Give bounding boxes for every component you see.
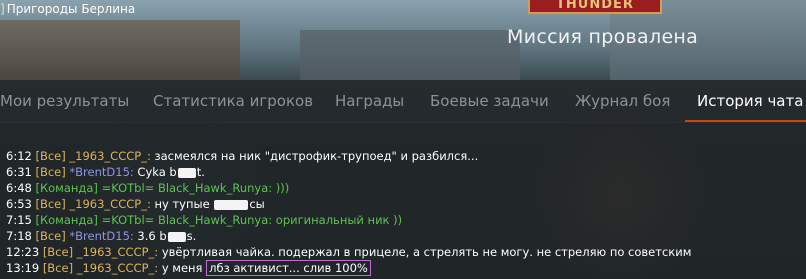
chat-line: 13:19 [Все] _1963_CCCP_: у меня лбз акти…	[6, 260, 691, 276]
chat-message-part: Cyka b	[137, 165, 177, 179]
chat-line: 12:23 [Все] _1963_CCCP_: увёртливая чайк…	[6, 244, 691, 260]
tab-rewards[interactable]: Награды	[335, 80, 404, 122]
chat-line: 6:12 [Все] _1963_CCCP_: засмеялся на ник…	[6, 148, 691, 164]
chat-time: 6:31	[6, 165, 32, 179]
tab-player-stats[interactable]: Статистика игроков	[153, 80, 313, 122]
chat-nick: *BrentD15:	[69, 165, 134, 179]
tab-chat-history[interactable]: История чата	[684, 80, 806, 122]
chat-time: 7:18	[6, 229, 32, 243]
chat-message: засмеялся на ник "дистрофик-трупоед" и р…	[154, 149, 479, 163]
censor-mark	[177, 167, 196, 178]
chat-message: Cyka b t.	[137, 165, 204, 179]
censor-mark	[214, 199, 249, 210]
chat-time: 13:19	[6, 261, 40, 275]
title-bracket: ]	[0, 2, 5, 16]
chat-message-part: сы	[249, 197, 265, 211]
chat-message: )))	[275, 181, 290, 195]
mission-status: Миссия провалена	[507, 26, 699, 48]
map-name: Пригороды Берлина	[6, 2, 136, 16]
chat-log: 6:12 [Все] _1963_CCCP_: засмеялся на ник…	[6, 148, 691, 276]
chat-message-part: s.	[186, 229, 197, 243]
highlighted-text: лбз активист... слив 100%	[206, 260, 371, 276]
chat-message-part: t.	[196, 165, 205, 179]
chat-channel: [Все]	[42, 245, 74, 259]
chat-message: 3.6 b s.	[137, 229, 196, 243]
chat-channel: [Команда]	[35, 181, 98, 195]
chat-line: 6:31 [Все] *BrentD15: Cyka b t.	[6, 164, 691, 180]
chat-message: оригинальный ник ))	[275, 213, 403, 227]
chat-line: 6:53 [Все] _1963_CCCP_: ну тупые сы	[6, 196, 691, 212]
chat-channel: [Команда]	[35, 213, 98, 227]
chat-nick: _1963_CCCP_:	[69, 197, 151, 211]
chat-channel: [Все]	[35, 165, 66, 179]
window-title: ] Пригороды Берлина	[0, 0, 135, 18]
chat-time: 12:23	[6, 245, 40, 259]
chat-time: 7:15	[6, 213, 32, 227]
tab-battle-log[interactable]: Журнал боя	[575, 80, 670, 122]
chat-line: 7:18 [Все] *BrentD15: 3.6 b s.	[6, 228, 691, 244]
chat-history-panel: 6:12 [Все] _1963_CCCP_: засмеялся на ник…	[0, 122, 806, 279]
chat-time: 6:48	[6, 181, 32, 195]
censor-mark	[167, 231, 186, 242]
chat-nick: *BrentD15:	[69, 229, 134, 243]
chat-message: у меня лбз активист... слив 100%	[162, 260, 371, 276]
chat-channel: [Все]	[35, 229, 66, 243]
tab-my-results[interactable]: Мои результаты	[0, 80, 129, 122]
chat-message-part: 3.6 b	[137, 229, 167, 243]
results-tab-bar: Мои результаты Статистика игроков Наград…	[0, 80, 806, 123]
game-logo: THUNDER	[528, 0, 662, 14]
chat-message: ну тупые сы	[154, 197, 264, 211]
chat-line: 6:48 [Команда] =KOTbl= Black_Hawk_Runya:…	[6, 180, 691, 196]
chat-nick: _1963_CCCP_:	[76, 245, 159, 259]
chat-nick: =KOTbl= Black_Hawk_Runya:	[101, 181, 273, 195]
chat-message: увёртливая чайка. подержал в прицеле, а …	[161, 245, 692, 259]
chat-channel: [Все]	[35, 149, 66, 163]
chat-channel: [Все]	[35, 197, 66, 211]
chat-time: 6:53	[6, 197, 32, 211]
chat-nick: =KOTbl= Black_Hawk_Runya:	[101, 213, 273, 227]
chat-message-part: ну тупые	[154, 197, 210, 211]
chat-channel: [Все]	[42, 261, 74, 275]
chat-nick: _1963_CCCP_:	[76, 261, 159, 275]
chat-message-part: у меня	[161, 261, 203, 275]
tab-battle-tasks[interactable]: Боевые задачи	[430, 80, 549, 122]
chat-line: 7:15 [Команда] =KOTbl= Black_Hawk_Runya:…	[6, 212, 691, 228]
chat-nick: _1963_CCCP_:	[69, 149, 151, 163]
chat-time: 6:12	[6, 149, 32, 163]
